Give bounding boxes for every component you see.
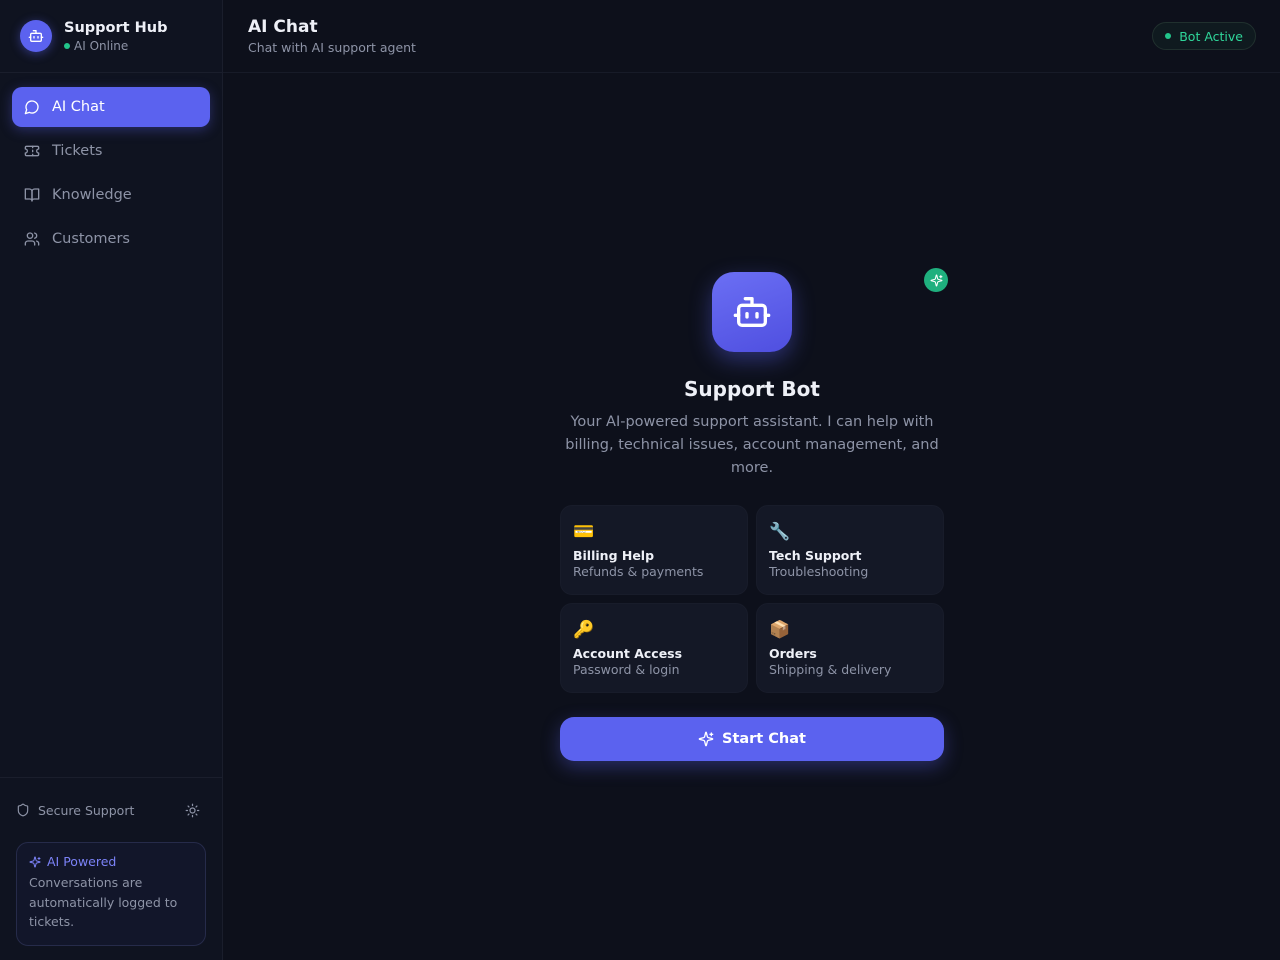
sidebar-item-label: AI Chat	[52, 99, 105, 115]
sun-icon	[185, 803, 199, 817]
shield-icon	[17, 803, 29, 817]
online-dot	[64, 42, 70, 49]
key-icon: 🔑	[573, 620, 595, 640]
sidebar-item-knowledge[interactable]: Knowledge	[12, 175, 210, 215]
ai-powered-card: AI Powered Conversations are automatical…	[16, 842, 206, 946]
ticket-icon	[24, 145, 40, 157]
theme-toggle-button[interactable]	[178, 796, 206, 824]
sidebar-item-tickets[interactable]: Tickets	[12, 131, 210, 171]
topic-subtitle: Troubleshooting	[769, 564, 869, 579]
users-icon	[24, 232, 40, 246]
sparkles-icon	[29, 856, 41, 867]
sparkles-icon	[698, 731, 714, 747]
sidebar-item-label: Customers	[52, 231, 130, 247]
message-circle-icon	[24, 100, 39, 115]
status-badge-label: Bot Active	[1179, 28, 1243, 44]
sidebar: Support Hub AI Online AI Chat Tickets Kn…	[0, 0, 223, 960]
topic-card-account-access[interactable]: 🔑 Account Access Password & login	[560, 603, 748, 693]
status-badge: Bot Active	[1152, 22, 1256, 50]
topic-subtitle: Password & login	[573, 662, 680, 677]
sparkles-icon	[930, 274, 942, 286]
book-open-icon	[24, 188, 40, 202]
topic-subtitle: Refunds & payments	[573, 564, 704, 579]
bot-description: Your AI-powered support assistant. I can…	[565, 414, 939, 476]
topic-card-billing[interactable]: 💳 Billing Help Refunds & payments	[560, 505, 748, 595]
credit-card-icon: 💳	[573, 522, 595, 542]
topic-title: Account Access	[573, 646, 683, 661]
page-title: AI Chat	[248, 17, 318, 37]
page-subtitle: Chat with AI support agent	[248, 40, 416, 55]
topic-title: Billing Help	[573, 548, 655, 563]
page-header: AI Chat Chat with AI support agent Bot A…	[223, 0, 1280, 73]
secure-support: Secure Support	[16, 803, 134, 818]
sidebar-nav: AI Chat Tickets Knowledge Customers	[0, 73, 222, 259]
package-icon: 📦	[769, 620, 791, 640]
topic-card-tech-support[interactable]: 🔧 Tech Support Troubleshooting	[756, 505, 944, 595]
topic-title: Tech Support	[769, 548, 862, 563]
start-chat-button[interactable]: Start Chat	[560, 717, 944, 761]
topic-title: Orders	[769, 646, 817, 661]
brand-header: Support Hub AI Online	[0, 0, 222, 73]
brand-name: Support Hub	[64, 19, 168, 36]
start-chat-label: Start Chat	[722, 731, 806, 747]
sparkle-badge	[924, 268, 948, 292]
bot-avatar	[712, 272, 792, 352]
brand-status-label: AI Online	[74, 38, 129, 53]
ai-card-body: Conversations are automatically logged t…	[29, 875, 178, 929]
robot-icon	[733, 297, 771, 327]
sidebar-item-ai-chat[interactable]: AI Chat	[12, 87, 210, 127]
ai-card-title: AI Powered	[29, 854, 193, 869]
ai-card-title-label: AI Powered	[47, 854, 117, 869]
status-dot	[1165, 33, 1172, 39]
robot-icon	[20, 20, 52, 52]
topic-grid: 💳 Billing Help Refunds & payments 🔧 Tech…	[560, 505, 944, 693]
topic-card-orders[interactable]: 📦 Orders Shipping & delivery	[756, 603, 944, 693]
sidebar-item-label: Knowledge	[52, 187, 132, 203]
sidebar-item-customers[interactable]: Customers	[12, 219, 210, 259]
brand-status: AI Online	[64, 38, 167, 54]
sidebar-footer: Secure Support AI Powered Conversations …	[0, 777, 222, 960]
bot-name: Support Bot	[684, 377, 820, 401]
sidebar-item-label: Tickets	[52, 143, 103, 159]
secure-row: Secure Support	[16, 778, 206, 842]
topic-subtitle: Shipping & delivery	[769, 662, 892, 677]
secure-support-label: Secure Support	[38, 802, 135, 818]
wrench-icon: 🔧	[769, 522, 791, 542]
